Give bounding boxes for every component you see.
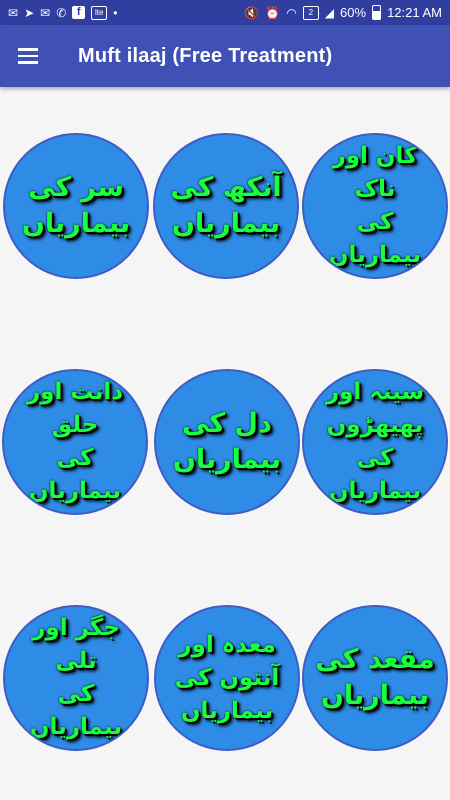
- system-icons: 🔇 ⏰ ◠ 2 ◢ 60% 12:21 AM: [244, 5, 450, 20]
- category-label: سر کی بیماریاں: [21, 172, 131, 239]
- category-heart-diseases[interactable]: دل کی بیماریاں: [154, 369, 300, 515]
- category-liver-spleen-diseases[interactable]: جگر اور تلی کی بیماریاں: [3, 605, 149, 751]
- menu-button[interactable]: [0, 25, 56, 87]
- mail-icon: ✉: [40, 5, 51, 20]
- alarm-icon: ⏰: [265, 5, 281, 20]
- status-bar: ✉ ➤ ✉ ✆ f lte • 🔇 ⏰ ◠ 2 ◢ 60% 12:21 AM: [0, 0, 450, 25]
- sms-icon: ✉: [8, 5, 19, 20]
- category-label: آنکھ کی بیماریاں: [170, 172, 282, 239]
- category-ear-nose-diseases[interactable]: کان اور ناک کی بیماریاں: [302, 133, 448, 279]
- app-title: Muft ilaaj (Free Treatment): [78, 44, 333, 67]
- category-anus-diseases[interactable]: مقعد کی بیماریاں: [302, 605, 448, 751]
- clock: 12:21 AM: [387, 5, 442, 20]
- category-label: مقعد کی بیماریاں: [315, 644, 435, 711]
- whatsapp-icon: ✆: [56, 5, 67, 20]
- wifi-icon: ◠: [286, 5, 297, 20]
- category-label: جگر اور تلی کی بیماریاں: [29, 615, 123, 740]
- signal-icon: ◢: [324, 5, 335, 20]
- category-head-diseases[interactable]: سر کی بیماریاں: [3, 133, 149, 279]
- category-stomach-intestine-diseases[interactable]: معدہ اور آنتوں کی بیماریاں: [154, 605, 300, 751]
- category-chest-lung-diseases[interactable]: سینہ اور پھیھڑوں کی بیماریاں: [302, 369, 448, 515]
- category-eye-diseases[interactable]: آنکھ کی بیماریاں: [153, 133, 299, 279]
- category-label: کان اور ناک کی بیماریاں: [328, 143, 422, 268]
- sim-icon: 2: [302, 5, 319, 20]
- battery-percent: 60%: [340, 5, 367, 20]
- battery-icon: [372, 5, 382, 20]
- app-bar: Muft ilaaj (Free Treatment): [0, 25, 450, 87]
- more-notifications-icon: •: [113, 5, 118, 20]
- send-icon: ➤: [24, 5, 35, 20]
- mute-icon: 🔇: [244, 5, 260, 20]
- category-label: دانت اور حلق کی بیماریاں: [26, 379, 124, 504]
- facebook-icon: f: [72, 6, 86, 19]
- category-grid: سر کی بیماریاں آنکھ کی بیماریاں کان اور …: [0, 87, 450, 800]
- category-label: دل کی بیماریاں: [172, 408, 282, 475]
- category-label: سینہ اور پھیھڑوں کی بیماریاں: [325, 379, 425, 504]
- category-teeth-throat-diseases[interactable]: دانت اور حلق کی بیماریاں: [2, 369, 148, 515]
- hamburger-icon: [18, 44, 38, 68]
- notification-icons: ✉ ➤ ✉ ✆ f lte •: [0, 5, 118, 20]
- category-label: معدہ اور آنتوں کی بیماریاں: [174, 631, 280, 724]
- lte-icon: lte: [91, 5, 108, 20]
